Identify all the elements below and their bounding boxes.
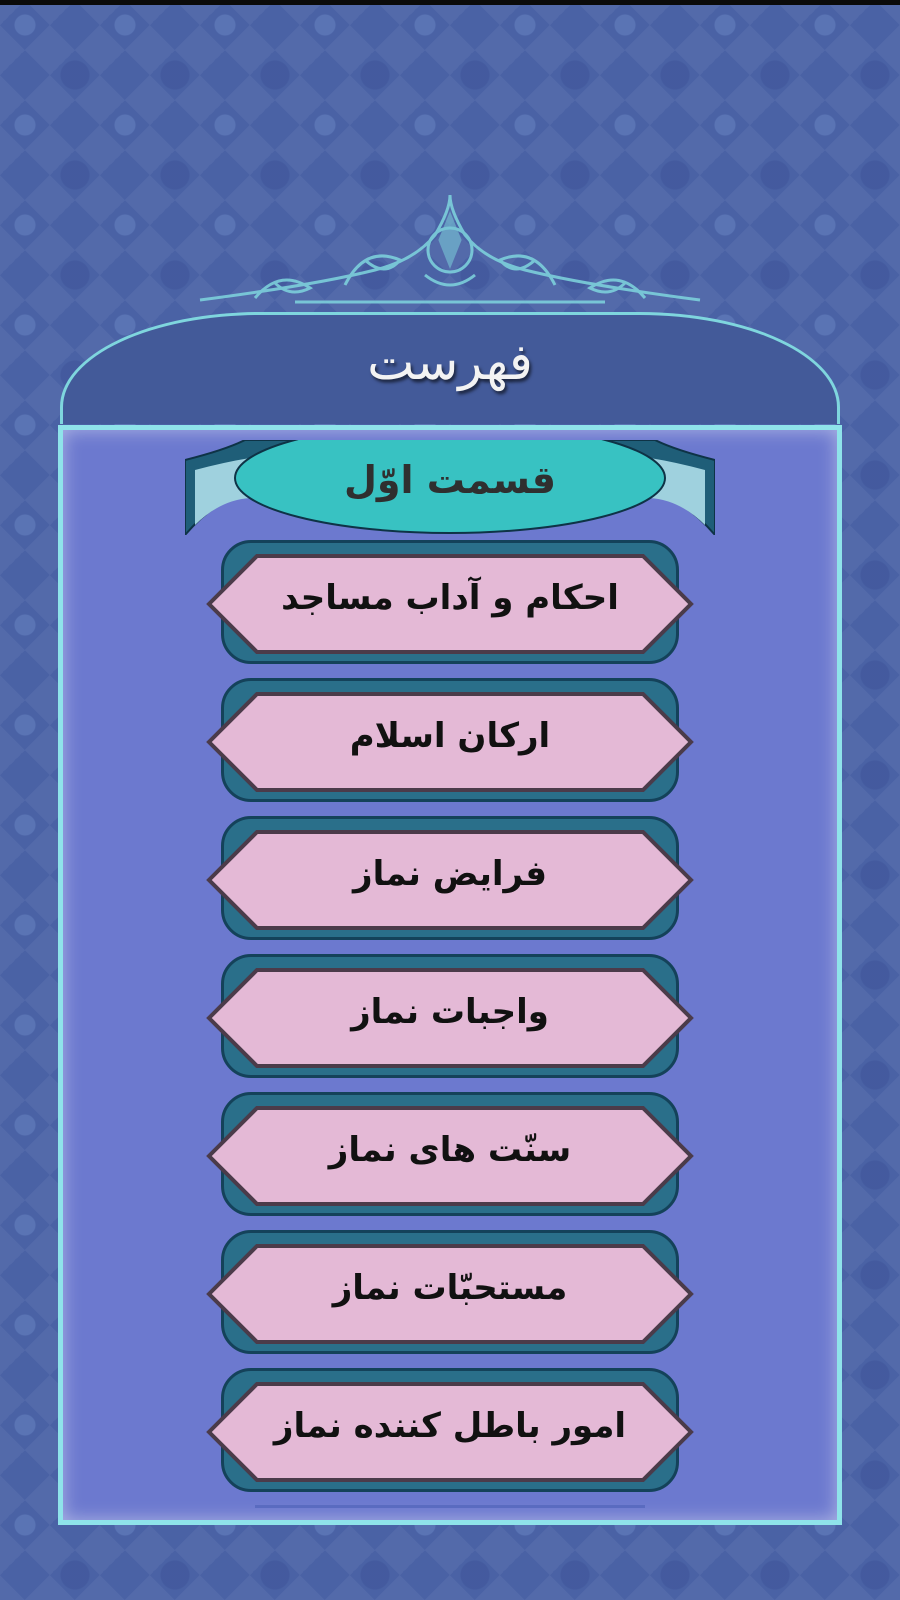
menu-item-label: احکام و آداب مساجد — [281, 578, 619, 618]
menu-item-pillars-of-islam[interactable]: ارکان اسلام — [205, 678, 695, 806]
menu-item-label: واجبات نماز — [351, 992, 549, 1032]
menu-item-label: سنّت های نماز — [328, 1130, 572, 1170]
section-banner: قسمت اوّل — [185, 440, 715, 535]
menu-item-prayer-requirements[interactable]: واجبات نماز — [205, 954, 695, 1082]
menu-item-label: امور باطل کننده نماز — [273, 1406, 627, 1446]
menu-item-label: فرایض نماز — [353, 854, 547, 894]
menu-item-prayer-obligations[interactable]: فرایض نماز — [205, 816, 695, 944]
menu-item-prayer-recommended[interactable]: مستحبّات نماز — [205, 1230, 695, 1358]
title-header: فهرست — [60, 312, 840, 424]
menu-item-mosque-rules[interactable]: احکام و آداب مساجد — [205, 540, 695, 668]
section-title: قسمت اوّل — [343, 458, 557, 502]
status-bar — [0, 0, 900, 5]
decorative-ornament — [199, 194, 701, 304]
menu-item-prayer-invalidators[interactable]: امور باطل کننده نماز — [205, 1368, 695, 1496]
menu-item-label: مستحبّات نماز — [332, 1268, 568, 1308]
divider — [255, 1505, 645, 1508]
menu-item-label: ارکان اسلام — [349, 716, 551, 756]
menu-item-prayer-sunnahs[interactable]: سنّت های نماز — [205, 1092, 695, 1220]
page-title: فهرست — [367, 333, 533, 391]
